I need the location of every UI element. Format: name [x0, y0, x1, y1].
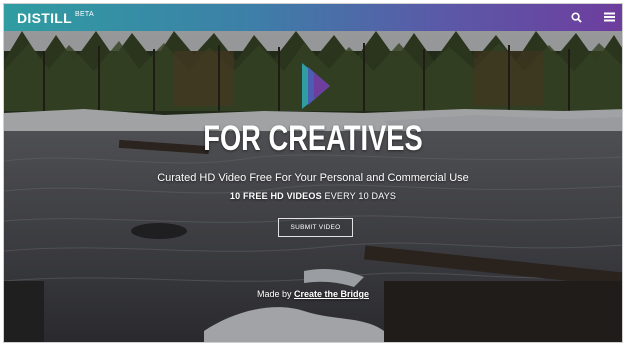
- hero-section: FOR CREATIVES Curated HD Video Free For …: [4, 31, 622, 342]
- search-button[interactable]: [568, 9, 584, 25]
- search-icon: [570, 11, 582, 23]
- screenshot-frame: DISTILL BETA FOR CREATIVES Curated HD Vi…: [0, 0, 628, 349]
- hero-subheadline: Curated HD Video Free For Your Personal …: [157, 172, 469, 184]
- beta-badge: BETA: [74, 10, 94, 18]
- hero-content: FOR CREATIVES Curated HD Video Free For …: [4, 31, 622, 342]
- tagline-highlight: 10 FREE HD VIDEOS: [229, 191, 322, 201]
- hero-tagline: 10 FREE HD VIDEOS EVERY 10 DAYS: [4, 191, 622, 201]
- play-triangle-logo-icon: [302, 63, 330, 109]
- menu-button[interactable]: [601, 9, 617, 25]
- submit-video-button[interactable]: SUBMIT VIDEO: [278, 218, 353, 237]
- tagline-rest: EVERY 10 DAYS: [321, 191, 397, 201]
- logo-wordmark: DISTILL: [17, 9, 72, 26]
- create-the-bridge-link[interactable]: Create the Bridge: [294, 289, 369, 299]
- site-header: DISTILL BETA: [4, 4, 622, 31]
- made-by-credit: Made by Create the Bridge: [4, 289, 622, 299]
- made-by-prefix: Made by: [256, 289, 294, 299]
- hamburger-menu-icon: [603, 12, 615, 22]
- distill-homepage: DISTILL BETA FOR CREATIVES Curated HD Vi…: [3, 3, 623, 343]
- header-actions: [568, 9, 617, 25]
- hero-headline: FOR CREATIVES: [203, 119, 423, 158]
- site-logo[interactable]: DISTILL BETA: [17, 10, 94, 26]
